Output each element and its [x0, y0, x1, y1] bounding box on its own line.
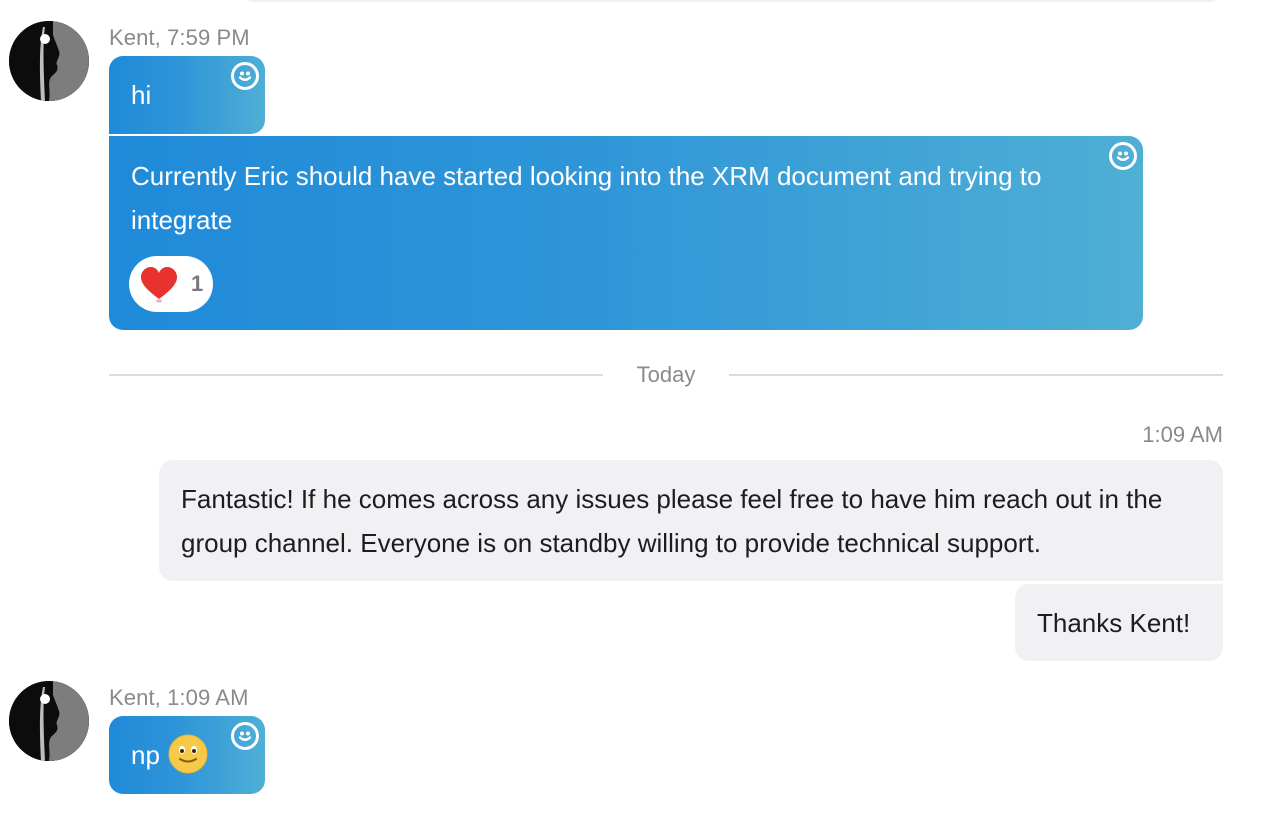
avatar-image — [9, 681, 89, 761]
chat-thread: Kent, 7:59 PM hi Currently Eric should h… — [0, 0, 1266, 827]
message-text: hi — [131, 80, 152, 110]
message-bubble[interactable]: Currently Eric should have started looki… — [109, 136, 1143, 330]
sender-name-time: Kent, 1:09 AM — [109, 685, 249, 710]
outgoing-message-bubble[interactable]: Thanks Kent! — [1015, 584, 1223, 661]
message-text: Currently Eric should have started looki… — [131, 161, 1042, 235]
divider-line-left — [109, 374, 603, 376]
date-divider: Today — [636, 362, 696, 387]
add-reaction-icon[interactable] — [1109, 142, 1137, 170]
message-text: Thanks Kent! — [1037, 608, 1191, 638]
message-bubble[interactable]: np — [109, 716, 265, 794]
kent-avatar[interactable] — [9, 21, 89, 101]
avatar-image — [9, 21, 89, 101]
kent-avatar[interactable] — [9, 681, 89, 761]
message-text: Fantastic! If he comes across any issues… — [181, 484, 1163, 558]
message-bubble[interactable]: hi — [109, 56, 265, 134]
smiling-face-emoji-icon — [168, 734, 208, 774]
divider-line-right — [729, 374, 1223, 376]
heart-reaction-pill[interactable]: 1 — [129, 256, 213, 312]
reaction-count: 1 — [191, 271, 204, 296]
add-reaction-icon[interactable] — [231, 722, 259, 750]
heart-icon — [141, 267, 177, 303]
message-text: np — [131, 740, 160, 770]
message-time: 1:09 AM — [1142, 422, 1223, 447]
add-reaction-icon[interactable] — [231, 62, 259, 90]
outgoing-message-bubble[interactable]: Fantastic! If he comes across any issues… — [159, 460, 1223, 581]
previous-message-bubble — [240, 0, 1223, 2]
sender-name-time: Kent, 7:59 PM — [109, 25, 250, 50]
